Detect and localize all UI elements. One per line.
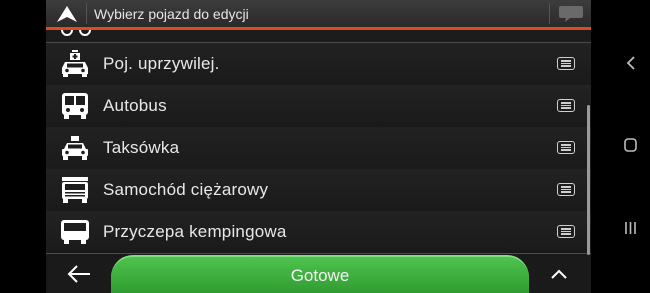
system-home-icon[interactable] bbox=[615, 130, 645, 160]
list-options-icon[interactable] bbox=[557, 141, 575, 154]
list-item-taxi[interactable]: Taksówka bbox=[46, 127, 591, 170]
vehicle-label: Taksówka bbox=[103, 138, 180, 157]
header-divider bbox=[86, 3, 87, 24]
system-recents-icon[interactable] bbox=[615, 213, 645, 243]
navigation-arrow-icon[interactable] bbox=[54, 3, 80, 25]
vehicle-label: Przyczepa kempingowa bbox=[103, 222, 287, 241]
bus-icon bbox=[60, 92, 90, 120]
header-divider bbox=[549, 3, 550, 24]
footer-bar: Gotowe bbox=[46, 255, 591, 293]
list-item-emergency-vehicle[interactable]: Poj. uprzywilej. bbox=[46, 43, 591, 86]
taxi-icon bbox=[60, 134, 90, 162]
list-item-bus[interactable]: Autobus bbox=[46, 85, 591, 128]
bicycle-icon bbox=[61, 30, 91, 36]
list-options-icon[interactable] bbox=[557, 99, 575, 112]
list-item-truck[interactable]: Samochód ciężarowy bbox=[46, 169, 591, 212]
emergency-vehicle-icon bbox=[60, 50, 90, 78]
vehicle-list[interactable]: Poj. uprzywilej. Autobus Taksówka Samoch… bbox=[46, 30, 591, 255]
chat-bubble-icon[interactable] bbox=[558, 4, 584, 24]
list-scrollbar[interactable] bbox=[587, 105, 590, 255]
list-options-icon[interactable] bbox=[557, 225, 575, 238]
list-options-icon[interactable] bbox=[557, 57, 575, 70]
system-back-icon[interactable] bbox=[615, 48, 645, 78]
truck-icon bbox=[60, 176, 90, 204]
header-bar: Wybierz pojazd do edycji bbox=[46, 0, 591, 30]
list-item-camper[interactable]: Przyczepa kempingowa bbox=[46, 211, 591, 254]
app-window: Wybierz pojazd do edycji Poj. uprzywilej… bbox=[46, 0, 591, 293]
vehicle-label: Autobus bbox=[103, 96, 167, 115]
chevron-up-icon[interactable] bbox=[548, 263, 570, 285]
vehicle-label: Samochód ciężarowy bbox=[103, 180, 269, 199]
list-options-icon[interactable] bbox=[557, 183, 575, 196]
back-arrow-icon[interactable] bbox=[66, 263, 92, 285]
camper-icon bbox=[60, 218, 90, 246]
done-button[interactable]: Gotowe bbox=[111, 255, 529, 293]
page-title: Wybierz pojazd do edycji bbox=[94, 6, 249, 22]
list-item-partial bbox=[46, 30, 591, 43]
vehicle-label: Poj. uprzywilej. bbox=[103, 54, 220, 73]
